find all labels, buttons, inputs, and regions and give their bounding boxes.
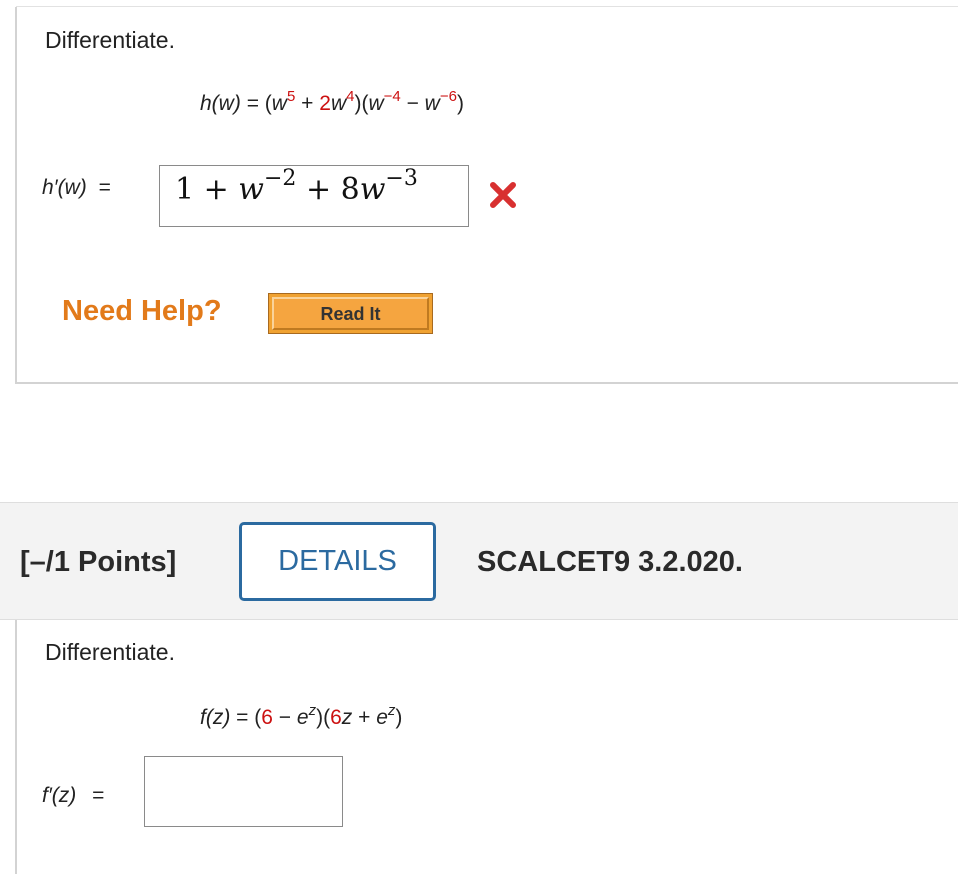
answer-label: f′(z) = [42,784,104,808]
var: w [359,172,386,207]
answer-label: h′(w) = [42,176,111,200]
equals-sign: = [246,92,259,115]
coefficient: 6 [330,706,342,729]
question-reference: SCALCET9 3.2.020. [477,546,743,578]
exponent: −3 [385,166,418,191]
var: w [271,92,287,115]
var: e [296,706,309,729]
term: 1 + [175,172,239,207]
var: w [330,92,347,115]
operator: + [295,92,320,115]
instruction-text: Differentiate. [45,27,175,53]
function-expression: f(z) = (6 − ez)(6z + ez) [200,703,403,730]
var: w [238,172,264,207]
details-button[interactable]: DETAILS [239,522,436,601]
paren: )( [316,706,331,729]
exponent: −4 [383,88,401,105]
answer-label-text: h′(w) [42,176,87,199]
paren: ) [395,706,403,729]
equals-sign: = [236,706,249,729]
question-panel-2-border [15,620,17,874]
exponent: −6 [439,88,457,105]
exponent: 4 [346,88,355,105]
answer-value: 1 + w−2 + 8w−3 [175,168,418,208]
function-lhs: h(w) [200,92,241,115]
function-lhs: f(z) [200,706,231,729]
paren: )( [354,92,369,115]
exponent: −2 [263,166,297,191]
read-it-button[interactable]: Read It [268,293,433,334]
need-help-label: Need Help? [62,295,222,327]
answer-input[interactable] [144,756,343,827]
exponent: z [387,702,396,719]
equals-sign: = [92,784,105,807]
operator: − [272,706,297,729]
var: w [368,92,384,115]
read-it-label: Read It [272,297,429,330]
incorrect-x-icon [490,182,516,208]
points-label: [–/1 Points] [20,546,177,578]
operator: − [400,92,425,115]
var: z [341,706,353,729]
function-expression: h(w) = (w5 + 2w4)(w−4 − w−6) [200,89,464,116]
var: e [376,706,388,729]
instruction-text: Differentiate. [45,639,175,665]
equals-sign: = [98,176,111,199]
coefficient: 2 [319,92,331,115]
answer-input[interactable]: 1 + w−2 + 8w−3 [159,165,469,227]
constant: 6 [261,706,273,729]
operator: + [352,706,377,729]
paren: ) [456,92,464,115]
answer-label-text: f′(z) [42,784,77,807]
exponent: 5 [286,88,296,105]
paren: ( [264,92,272,115]
term: + 8 [296,172,360,207]
var: w [424,92,440,115]
exponent: z [308,702,317,719]
